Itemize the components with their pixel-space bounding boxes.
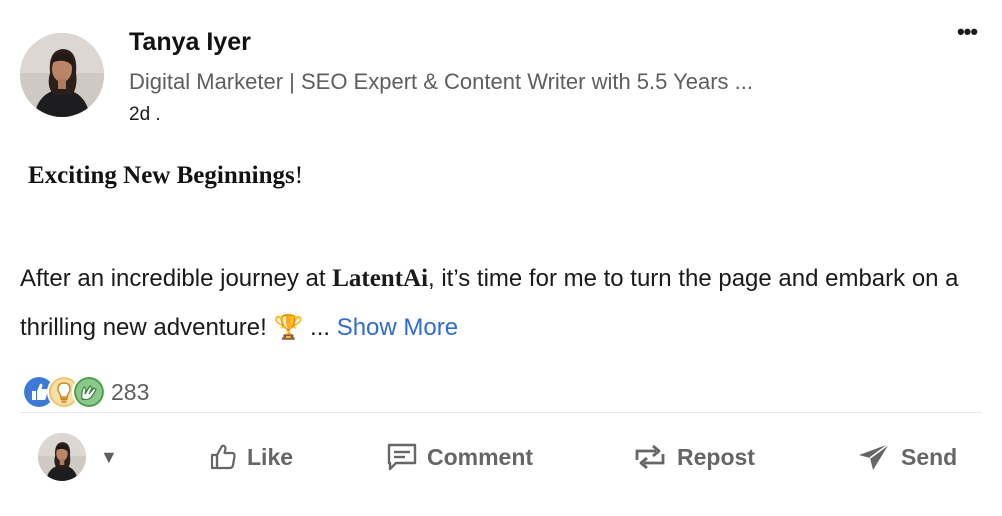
- send-button[interactable]: Send: [856, 439, 957, 475]
- repost-button[interactable]: Repost: [632, 439, 755, 475]
- repost-icon: [635, 444, 665, 470]
- author-photo: [20, 33, 104, 117]
- comment-button[interactable]: Comment: [386, 439, 533, 475]
- show-more-link[interactable]: Show More: [337, 314, 458, 341]
- comment-icon: [387, 443, 417, 471]
- reaction-actor-selector[interactable]: ▼: [38, 433, 118, 481]
- author-avatar[interactable]: [20, 33, 104, 117]
- reaction-count: 283: [111, 378, 150, 405]
- chevron-down-icon: ▼: [100, 446, 118, 467]
- thumbs-up-icon: [210, 444, 236, 470]
- actor-avatar: [38, 433, 86, 481]
- like-label: Like: [247, 443, 294, 470]
- send-icon: [859, 443, 890, 470]
- post-title-text: Exciting New Beginnings: [28, 162, 295, 189]
- post-action-bar: ▼ Like Comment Repost Send: [0, 425, 1002, 489]
- celebrate-icon: [72, 375, 106, 409]
- repost-label: Repost: [677, 443, 755, 470]
- reactions-summary[interactable]: 283: [22, 375, 149, 409]
- post-body-prefix: After an incredible journey at: [20, 265, 333, 292]
- linkedin-post-card: Tanya Iyer Digital Marketer | SEO Expert…: [0, 0, 1002, 516]
- action-divider: [20, 412, 982, 413]
- more-options-icon[interactable]: •••: [952, 20, 982, 44]
- post-timestamp: 2d .: [129, 104, 161, 125]
- post-title: Exciting New Beginnings!: [28, 162, 303, 190]
- post-title-punct: !: [294, 162, 304, 189]
- send-label: Send: [901, 443, 958, 470]
- author-headline: Digital Marketer | SEO Expert & Content …: [129, 69, 754, 94]
- post-body: After an incredible journey at LatentAi,…: [20, 254, 980, 352]
- company-mention: LatentAi: [332, 265, 429, 292]
- author-name[interactable]: Tanya Iyer: [129, 28, 251, 57]
- comment-label: Comment: [427, 443, 534, 470]
- like-button[interactable]: Like: [208, 439, 293, 475]
